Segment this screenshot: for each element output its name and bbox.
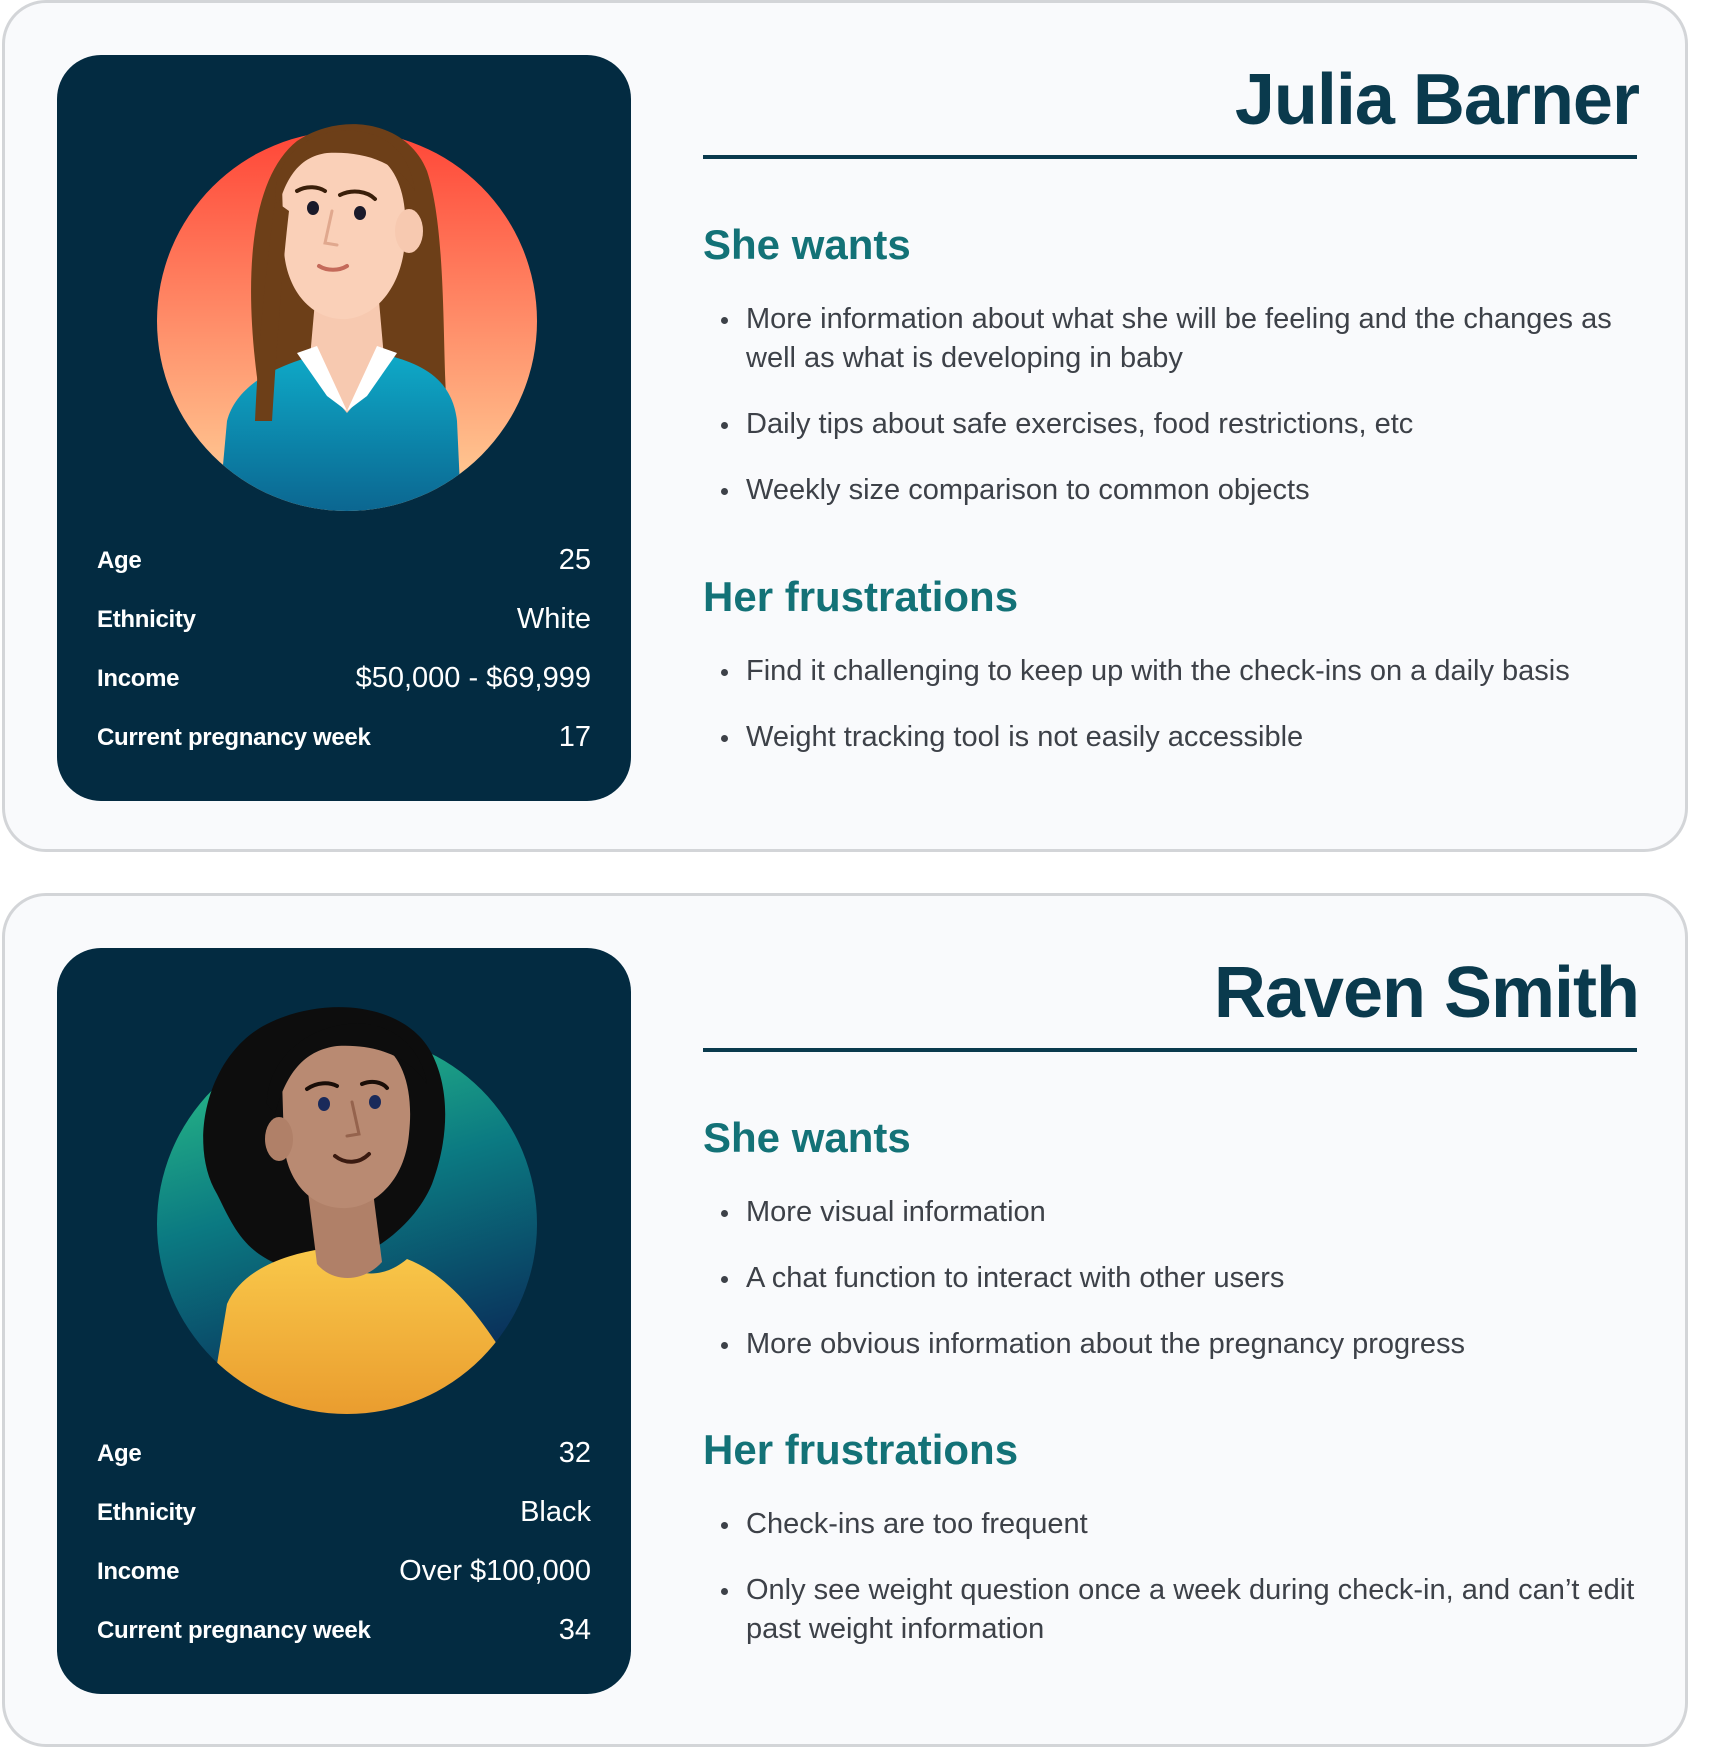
list-item: Daily tips about safe exercises, food re… xyxy=(703,405,1637,444)
name-divider xyxy=(703,1048,1637,1052)
persona-card: Age 32 Ethnicity Black Income Over $100,… xyxy=(2,893,1688,1747)
stat-value: $50,000 - $69,999 xyxy=(355,662,591,694)
frustrations-title: Her frustrations xyxy=(703,1426,1019,1473)
stat-value: 34 xyxy=(558,1614,591,1646)
stat-value: Over $100,000 xyxy=(399,1555,591,1587)
name-divider xyxy=(703,155,1637,159)
stat-value: Black xyxy=(520,1496,591,1528)
stat-value: White xyxy=(516,603,591,635)
list-item: More obvious information about the pregn… xyxy=(703,1325,1637,1364)
wants-title: She wants xyxy=(703,1114,911,1161)
stat-pregnancy-week: Current pregnancy week 34 xyxy=(97,1601,591,1660)
profile-card: Age 32 Ethnicity Black Income Over $100,… xyxy=(57,948,631,1694)
persona-card: Age 25 Ethnicity White Income $50,000 - … xyxy=(2,0,1688,852)
list-item: More information about what she will be … xyxy=(703,300,1637,378)
stat-age: Age 25 xyxy=(97,531,591,590)
stat-label: Ethnicity xyxy=(97,605,196,633)
stat-label: Ethnicity xyxy=(97,1498,196,1526)
stat-label: Age xyxy=(97,546,142,574)
woman-brown-hair-avatar-icon xyxy=(147,91,547,521)
stat-pregnancy-week: Current pregnancy week 17 xyxy=(97,708,591,767)
list-item: Check-ins are too frequent xyxy=(703,1505,1637,1544)
stat-value: 25 xyxy=(558,544,591,576)
stat-label: Current pregnancy week xyxy=(97,1616,371,1644)
wants-list: More visual information A chat function … xyxy=(703,1193,1637,1391)
frustrations-list: Check-ins are too frequent Only see weig… xyxy=(703,1505,1637,1676)
stat-label: Current pregnancy week xyxy=(97,723,371,751)
stat-income: Income Over $100,000 xyxy=(97,1542,591,1601)
profile-stats: Age 25 Ethnicity White Income $50,000 - … xyxy=(97,531,591,767)
woman-curly-black-hair-avatar-icon xyxy=(147,984,547,1414)
wants-title: She wants xyxy=(703,221,911,268)
list-item: Find it challenging to keep up with the … xyxy=(703,652,1637,691)
list-item: Weight tracking tool is not easily acces… xyxy=(703,718,1637,757)
wants-list: More information about what she will be … xyxy=(703,300,1637,537)
profile-stats: Age 32 Ethnicity Black Income Over $100,… xyxy=(97,1424,591,1660)
persona-name: Julia Barner xyxy=(1234,60,1640,140)
stat-label: Age xyxy=(97,1439,142,1467)
list-item: A chat function to interact with other u… xyxy=(703,1259,1637,1298)
stat-income: Income $50,000 - $69,999 xyxy=(97,649,591,708)
stat-label: Income xyxy=(97,664,180,692)
persona-name: Raven Smith xyxy=(1213,953,1640,1033)
list-item: Weekly size comparison to common objects xyxy=(703,471,1637,510)
stat-value: 17 xyxy=(558,721,591,753)
profile-card: Age 25 Ethnicity White Income $50,000 - … xyxy=(57,55,631,801)
frustrations-list: Find it challenging to keep up with the … xyxy=(703,652,1637,784)
list-item: Only see weight question once a week dur… xyxy=(703,1571,1637,1649)
stat-value: 32 xyxy=(558,1437,591,1469)
stat-ethnicity: Ethnicity Black xyxy=(97,1483,591,1542)
stat-ethnicity: Ethnicity White xyxy=(97,590,591,649)
list-item: More visual information xyxy=(703,1193,1637,1232)
stat-age: Age 32 xyxy=(97,1424,591,1483)
frustrations-title: Her frustrations xyxy=(703,573,1019,620)
stat-label: Income xyxy=(97,1557,180,1585)
